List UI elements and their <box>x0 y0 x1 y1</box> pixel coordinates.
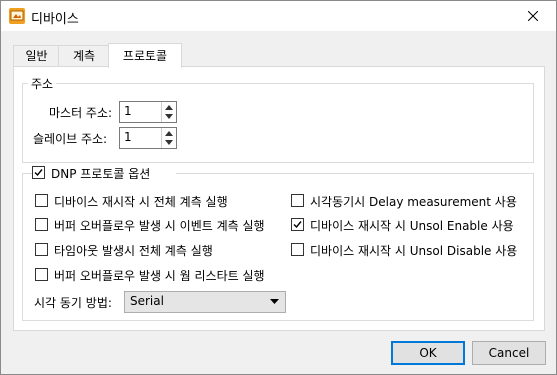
protocol-tab-panel: 주소 마스터 주소: 1 슬레이브 주소: 1 DNP 프로토콜 옵션 디바이스… <box>13 66 545 331</box>
ok-button[interactable]: OK <box>391 341 465 365</box>
checkbox[interactable] <box>35 194 48 207</box>
option-label: 시각동기시 Delay measurement 사용 <box>310 195 517 209</box>
dnp-options-checkbox[interactable]: DNP 프로토콜 옵션 <box>32 165 176 181</box>
time-sync-label: 시각 동기 방법: <box>34 296 112 310</box>
checkbox[interactable] <box>291 218 304 231</box>
dnp-options-title: DNP 프로토콜 옵션 <box>51 167 151 181</box>
option-label: 버퍼 오버플로우 발생 시 이벤트 계측 실행 <box>54 219 265 233</box>
slave-address-spinbox[interactable]: 1 <box>119 127 177 149</box>
spin-arrows[interactable] <box>161 102 176 122</box>
device-dialog: 디바이스 일반 계측 프로토콜 주소 마스터 주소: 1 슬레이브 주소: 1 <box>0 0 557 375</box>
time-sync-value: Serial <box>130 294 164 308</box>
spin-up-icon[interactable] <box>165 131 173 136</box>
checkmark-icon <box>34 169 43 177</box>
checkbox[interactable] <box>35 218 48 231</box>
time-sync-dropdown[interactable]: Serial <box>124 291 286 313</box>
option-label: 버퍼 오버플로우 발생 시 웜 리스타트 실행 <box>54 269 265 283</box>
option-label: 디바이스 재시작 시 Unsol Disable 사용 <box>310 244 518 258</box>
checkbox[interactable] <box>291 194 304 207</box>
spin-down-icon[interactable] <box>165 140 173 145</box>
address-group <box>22 83 534 163</box>
spin-arrows[interactable] <box>161 128 176 148</box>
address-group-title: 주소 <box>28 75 57 92</box>
tab-measurement[interactable]: 계측 <box>58 45 110 67</box>
slave-address-label: 슬레이브 주소: <box>33 132 108 146</box>
close-button[interactable] <box>511 1 556 31</box>
spin-up-icon[interactable] <box>165 105 173 110</box>
option-label: 디바이스 재시작 시 전체 계측 실행 <box>54 195 228 209</box>
checkmark-icon <box>293 221 302 229</box>
cancel-button[interactable]: Cancel <box>472 341 546 365</box>
option-label: 타임아웃 발생시 전체 계측 실행 <box>54 244 213 258</box>
chevron-down-icon <box>270 299 279 304</box>
tab-general[interactable]: 일반 <box>13 45 60 67</box>
checkbox[interactable] <box>35 268 48 281</box>
master-address-label: 마스터 주소: <box>49 106 113 120</box>
checkbox[interactable] <box>35 243 48 256</box>
option-label: 디바이스 재시작 시 Unsol Enable 사용 <box>310 219 514 233</box>
slave-address-value: 1 <box>124 130 132 144</box>
window-title: 디바이스 <box>31 12 79 27</box>
checkbox[interactable] <box>291 243 304 256</box>
title-bar[interactable]: 디바이스 <box>1 1 556 31</box>
master-address-value: 1 <box>124 104 132 118</box>
app-icon <box>9 8 25 24</box>
close-icon <box>528 11 538 21</box>
tab-protocol[interactable]: 프로토콜 <box>108 43 182 68</box>
checkbox[interactable] <box>32 166 45 179</box>
spin-down-icon[interactable] <box>165 114 173 119</box>
master-address-spinbox[interactable]: 1 <box>119 101 177 123</box>
